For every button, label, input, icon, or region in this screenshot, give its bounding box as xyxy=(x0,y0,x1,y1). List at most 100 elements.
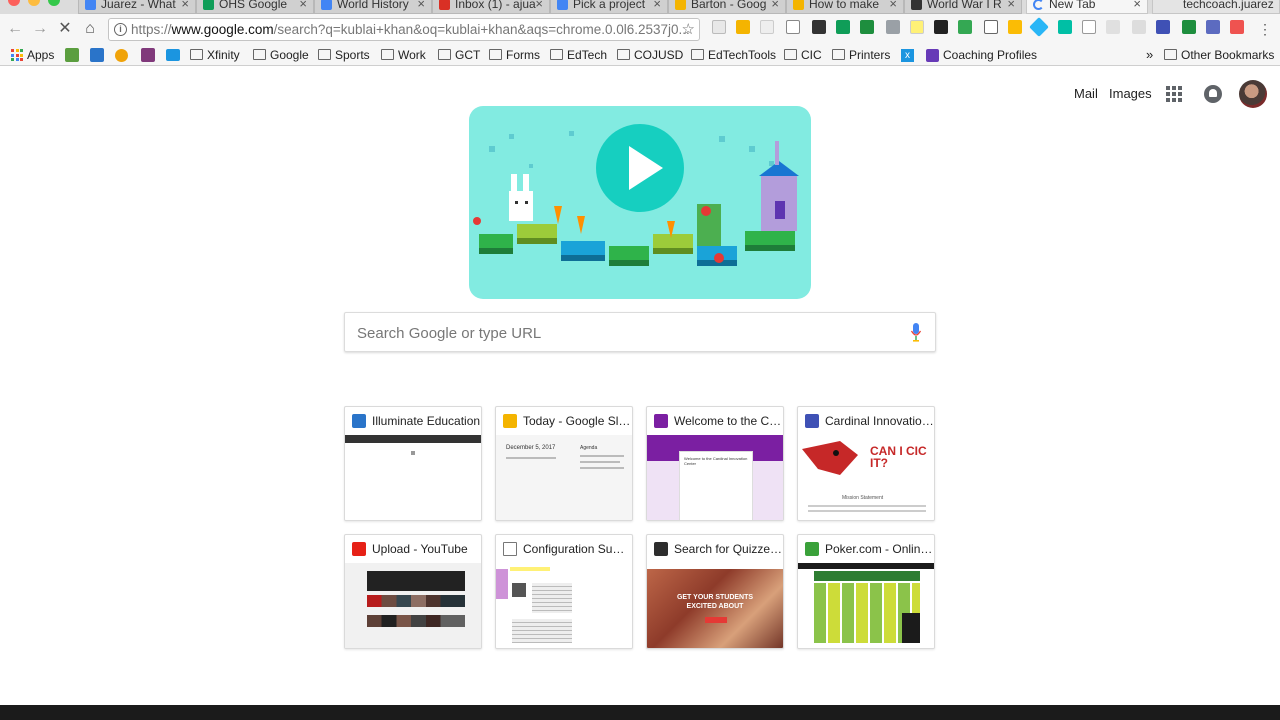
close-tab-icon[interactable]: × xyxy=(417,0,425,11)
cardinal-logo-icon xyxy=(802,441,858,475)
tab-juarez[interactable]: Juarez - What × xyxy=(78,0,196,14)
tile-upload-youtube[interactable]: Upload - YouTube xyxy=(344,534,482,649)
crown-extension-icon[interactable] xyxy=(934,20,948,34)
bookmark-folder-edtech[interactable]: EdTech xyxy=(550,46,607,64)
google-doodle[interactable] xyxy=(469,106,811,299)
sticky-note-extension-icon[interactable] xyxy=(910,20,924,34)
tile-cardinal-innovation[interactable]: Cardinal Innovation ... CAN I CIC IT? Mi… xyxy=(797,406,935,521)
onenote-icon[interactable] xyxy=(141,46,155,64)
bookmark-folder-sports[interactable]: Sports xyxy=(318,46,370,64)
tile-thumbnail xyxy=(496,563,632,648)
green-check-extension-icon[interactable] xyxy=(1182,20,1196,34)
film-extension-icon[interactable] xyxy=(812,20,826,34)
close-tab-icon[interactable]: × xyxy=(1133,0,1141,11)
images-link[interactable]: Images xyxy=(1109,86,1152,101)
tile-welcome-cardinal[interactable]: Welcome to the Car... Welcome to the Car… xyxy=(646,406,784,521)
close-window-icon[interactable] xyxy=(8,0,20,6)
url-path: /search?q=kublai+khan&oq=kublai+khan&aqs… xyxy=(273,22,690,37)
classroom-extension-icon[interactable] xyxy=(836,20,850,34)
bookmark-folder-google[interactable]: Google xyxy=(253,46,309,64)
tile-thumbnail xyxy=(345,563,481,648)
bookmark-label: Printers xyxy=(849,48,891,62)
search-input[interactable]: Search Google or type URL xyxy=(344,312,936,352)
stop-loading-icon[interactable]: ✕ xyxy=(54,18,76,40)
bookmark-folder-other[interactable]: Other Bookmarks xyxy=(1164,46,1274,64)
maximize-window-icon[interactable] xyxy=(48,0,60,6)
close-tab-icon[interactable]: × xyxy=(535,0,543,11)
close-tab-icon[interactable]: × xyxy=(1007,0,1015,11)
check-extension-icon[interactable] xyxy=(1132,20,1146,34)
bookmark-label: COJUSD xyxy=(634,48,684,62)
close-tab-icon[interactable]: × xyxy=(771,0,779,11)
forward-arrow-icon[interactable]: → xyxy=(29,18,51,40)
back-arrow-icon[interactable]: ← xyxy=(4,18,26,40)
keep-extension-icon[interactable] xyxy=(736,20,750,34)
red-extension-icon[interactable] xyxy=(1230,20,1244,34)
bookmark-star-icon[interactable]: ☆ xyxy=(682,19,695,40)
welcome-text: Welcome to the Cardinal Innovation Cente… xyxy=(679,451,753,520)
tile-search-quizzes[interactable]: Search for Quizzes ... GET YOUR STUDENTS… xyxy=(646,534,784,649)
tab-pick-a-project[interactable]: Pick a project × xyxy=(550,0,668,14)
quizizz-icon xyxy=(654,542,668,556)
diamond-extension-icon[interactable] xyxy=(1029,17,1049,37)
bookmark-blue-icon[interactable] xyxy=(90,46,104,64)
grid-extension-icon[interactable] xyxy=(1106,20,1120,34)
google-extension-icon[interactable] xyxy=(712,20,726,34)
tab-barton[interactable]: Barton - Goog × xyxy=(668,0,786,14)
apps-launcher-icon[interactable] xyxy=(1166,86,1182,102)
bookmark-folder-work[interactable]: Work xyxy=(381,46,426,64)
close-tab-icon[interactable]: × xyxy=(653,0,661,11)
pinwheel-extension-icon[interactable] xyxy=(1008,20,1022,34)
address-bar[interactable]: i https://www.google.com/search?q=kublai… xyxy=(108,18,700,41)
tab-how-to-make[interactable]: How to make × xyxy=(786,0,904,14)
bookmark-green-icon[interactable] xyxy=(65,46,79,64)
tile-google-slides[interactable]: Today - Google Slides December 5, 2017 A… xyxy=(495,406,633,521)
bookmark-folder-printers[interactable]: Printers xyxy=(832,46,890,64)
bookmark-apps[interactable]: Apps xyxy=(11,46,54,64)
bookmark-folder-cojusd[interactable]: COJUSD xyxy=(617,46,683,64)
bookmark-folder-cic[interactable]: CIC xyxy=(784,46,822,64)
tile-poker[interactable]: Poker.com - Online ... xyxy=(797,534,935,649)
play-button-icon[interactable] xyxy=(596,124,684,212)
close-tab-icon[interactable]: × xyxy=(299,0,307,11)
profile-button[interactable]: techcoach.juarez xyxy=(1152,0,1280,14)
twitter-icon[interactable] xyxy=(166,46,180,64)
tab-world-history[interactable]: World History × xyxy=(314,0,432,14)
bookmark-orange-dot-icon[interactable] xyxy=(115,46,129,64)
drive-extension-icon[interactable] xyxy=(958,20,972,34)
tab-world-war[interactable]: World War I R × xyxy=(904,0,1022,14)
info-icon[interactable]: i xyxy=(114,23,127,36)
bookmark-folder-forms[interactable]: Forms xyxy=(489,46,540,64)
puzzle-extension-icon[interactable] xyxy=(1206,20,1220,34)
home-icon[interactable]: ⌂ xyxy=(79,18,101,40)
avatar[interactable] xyxy=(1239,80,1267,108)
screen-extension-icon[interactable] xyxy=(1082,20,1096,34)
close-tab-icon[interactable]: × xyxy=(181,0,189,11)
bookmark-folder-gct[interactable]: GCT xyxy=(438,46,480,64)
shield-extension-icon[interactable] xyxy=(760,20,774,34)
tile-illuminate-education[interactable]: Illuminate Education xyxy=(344,406,482,521)
menu-dots-icon[interactable]: ⋮ xyxy=(1254,18,1276,40)
bookmark-coaching-profiles[interactable]: Coaching Profiles xyxy=(926,46,1037,64)
mail-link[interactable]: Mail xyxy=(1074,86,1098,101)
goguardian-extension-icon[interactable] xyxy=(860,20,874,34)
tile-configuration-summary[interactable]: Configuration Sum... xyxy=(495,534,633,649)
bookmark-folder-xfinity[interactable]: Xfinity xyxy=(190,46,240,64)
tab-inbox[interactable]: Inbox (1) - ajua × xyxy=(432,0,550,14)
qr-extension-icon[interactable] xyxy=(984,20,998,34)
bookmark-folder-edtechtools[interactable]: EdTechTools xyxy=(691,46,776,64)
tab-ohs-google[interactable]: OHS Google × xyxy=(196,0,314,14)
bird-extension-icon[interactable] xyxy=(886,20,900,34)
close-tab-icon[interactable]: × xyxy=(889,0,897,11)
bookmark-x-icon[interactable]: x xyxy=(901,46,915,64)
minimize-window-icon[interactable] xyxy=(28,0,40,6)
tile-thumbnail: CAN I CIC IT? Mission Statement xyxy=(798,435,934,520)
slides-agenda: Agenda xyxy=(580,445,598,451)
reader-extension-icon[interactable] xyxy=(786,20,800,34)
tab-new-tab[interactable]: New Tab × xyxy=(1026,0,1148,14)
cast-extension-icon[interactable] xyxy=(1058,20,1072,34)
microphone-icon[interactable] xyxy=(911,323,921,343)
timer-extension-icon[interactable] xyxy=(1156,20,1170,34)
bookmarks-overflow-chevron[interactable]: » xyxy=(1146,46,1153,64)
notifications-bell-icon[interactable] xyxy=(1204,85,1222,103)
